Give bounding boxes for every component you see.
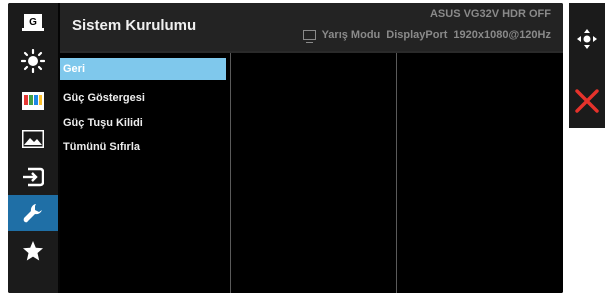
sidebar-item-gameplus[interactable]: G bbox=[8, 5, 58, 41]
five-way-joystick-icon bbox=[577, 29, 597, 49]
system-setup-icon bbox=[23, 204, 42, 223]
monitor-icon bbox=[302, 30, 316, 43]
page-title: Sistem Kurulumu bbox=[72, 17, 197, 34]
sidebar-item-input-select[interactable] bbox=[8, 159, 58, 195]
submenu-panel bbox=[231, 53, 396, 293]
main-area: Sistem Kurulumu ASUS VG32V HDR OFF Yarış… bbox=[60, 3, 563, 293]
input-select-icon bbox=[23, 167, 44, 187]
sidebar-item-favorite[interactable] bbox=[8, 233, 58, 269]
menu-panel: Geri Güç Göstergesi Güç Tuşu Kilidi Tümü… bbox=[60, 53, 230, 293]
model-status: ASUS VG32V HDR OFF bbox=[429, 8, 551, 20]
value-panel bbox=[397, 53, 563, 293]
gameplus-icon: G bbox=[22, 14, 44, 31]
game-mode-label: Yarış Modu bbox=[321, 29, 381, 41]
sidebar: G bbox=[8, 3, 58, 293]
input-label: DisplayPort bbox=[386, 29, 448, 41]
image-icon bbox=[22, 130, 44, 148]
close-icon bbox=[575, 89, 599, 113]
color-icon bbox=[22, 92, 44, 110]
key-guide bbox=[569, 3, 605, 128]
menu-item-back[interactable]: Geri bbox=[60, 58, 226, 80]
exit-button[interactable] bbox=[569, 83, 605, 119]
header: Sistem Kurulumu ASUS VG32V HDR OFF Yarış… bbox=[60, 3, 563, 51]
gameplus-label: G bbox=[29, 17, 37, 28]
osd-window: G Sistem Kurulumu ASUS VG32V HDR OFF Yar… bbox=[8, 3, 563, 293]
sidebar-item-brightness[interactable] bbox=[8, 43, 58, 79]
menu-item-power-indicator[interactable]: Güç Göstergesi bbox=[60, 87, 226, 109]
resolution-label: 1920x1080@120Hz bbox=[453, 29, 551, 41]
signal-status: Yarış Modu DisplayPort 1920x1080@120Hz bbox=[302, 29, 551, 43]
menu-item-power-key-lock[interactable]: Güç Tuşu Kilidi bbox=[60, 112, 226, 134]
sidebar-item-image[interactable] bbox=[8, 121, 58, 157]
sidebar-item-system-setup[interactable] bbox=[8, 195, 58, 231]
favorite-star-icon bbox=[23, 241, 43, 261]
joystick-button[interactable] bbox=[569, 21, 605, 57]
menu-item-reset-all[interactable]: Tümünü Sıfırla bbox=[60, 136, 226, 158]
sidebar-item-color[interactable] bbox=[8, 83, 58, 119]
brightness-icon bbox=[21, 49, 45, 73]
